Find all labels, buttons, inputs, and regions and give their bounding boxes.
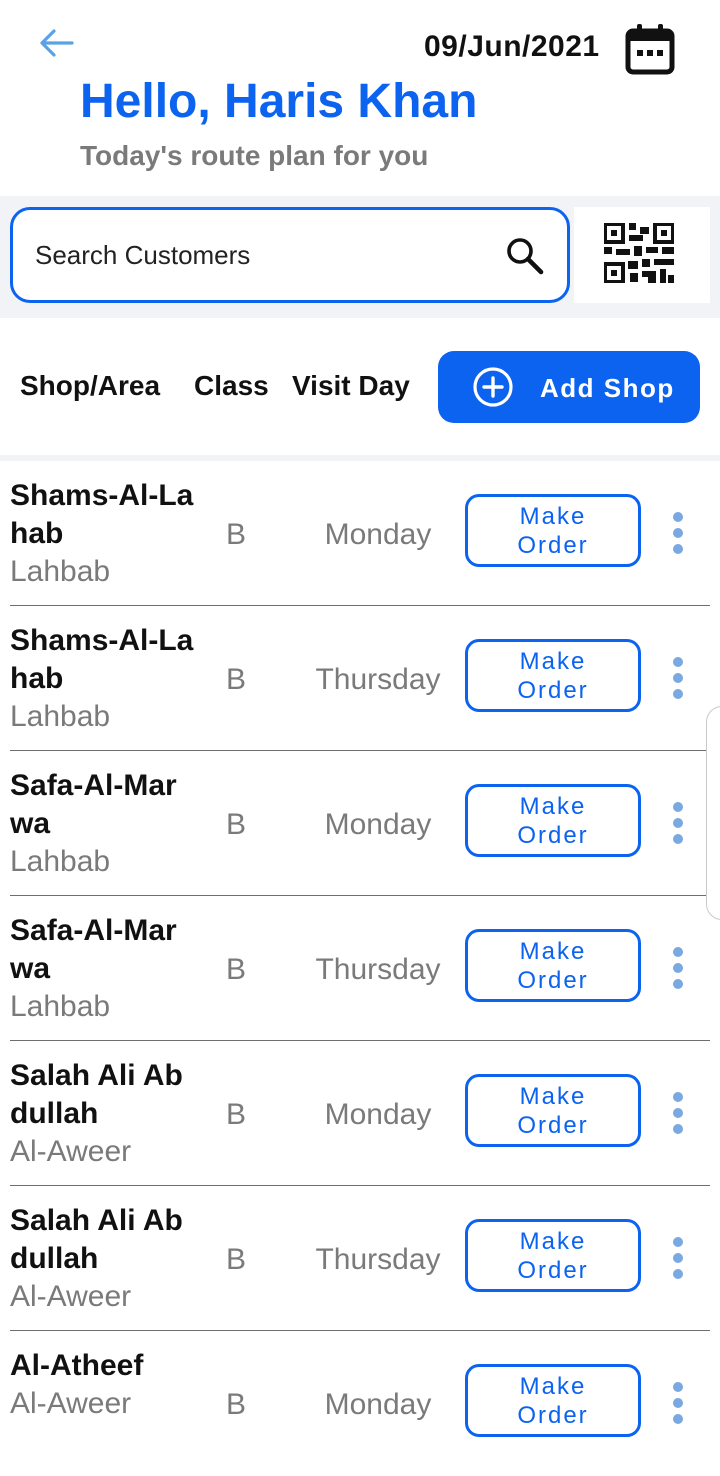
add-shop-label: Add Shop	[540, 373, 675, 403]
shop-area: Al-Aweer	[10, 1280, 132, 1313]
visit-day: Monday	[324, 808, 432, 841]
shop-area: Lahbab	[10, 990, 111, 1023]
shop-area: Al-Aweer	[10, 1387, 132, 1420]
search-box[interactable]	[10, 207, 570, 303]
shop-area: Lahbab	[10, 845, 111, 878]
visit-day: Thursday	[315, 1243, 441, 1276]
column-header-bar: Shop/Area Class Visit Day Add Shop	[0, 318, 720, 455]
make-order-label: Make Order	[517, 937, 589, 994]
more-vertical-icon[interactable]	[664, 944, 692, 992]
qr-code-icon[interactable]	[604, 223, 674, 283]
column-class: Class	[194, 370, 269, 401]
more-vertical-icon[interactable]	[664, 799, 692, 847]
shop-class: B	[226, 1243, 247, 1276]
selected-date: 09/Jun/2021	[424, 30, 600, 63]
shop-row[interactable]: Shams-Al-Lahab Lahbab B Thursday Make Order	[0, 606, 720, 751]
make-order-label: Make Order	[517, 647, 589, 704]
visit-day: Thursday	[315, 663, 441, 696]
shop-area: Lahbab	[10, 700, 111, 733]
calendar-icon[interactable]	[624, 22, 676, 76]
greeting-subtitle: Today's route plan for you	[80, 140, 429, 171]
make-order-button[interactable]: Make Order	[465, 639, 641, 712]
make-order-label: Make Order	[517, 1227, 589, 1284]
shop-class: B	[226, 808, 247, 841]
shop-name: Al-Atheef	[10, 1349, 144, 1382]
column-shop-area: Shop/Area	[20, 370, 161, 401]
shop-list: Shams-Al-Lahab Lahbab B Monday Make Order Sha…	[0, 461, 720, 1476]
shop-name: Salah Ali Abdullah	[10, 1204, 183, 1275]
shop-class: B	[226, 663, 247, 696]
make-order-label: Make Order	[517, 792, 589, 849]
more-vertical-icon[interactable]	[664, 1089, 692, 1137]
back-arrow-icon[interactable]	[34, 22, 78, 66]
search-bar-section	[0, 196, 720, 318]
column-visit-day: Visit Day	[292, 370, 410, 401]
greeting-title: Hello, Haris Khan	[80, 75, 478, 128]
make-order-button[interactable]: Make Order	[465, 1074, 641, 1147]
shop-class: B	[226, 518, 247, 551]
shop-row[interactable]: Safa-Al-Marwa Lahbab B Thursday Make Order	[0, 896, 720, 1041]
plus-circle-icon	[473, 367, 513, 407]
shop-area: Al-Aweer	[10, 1135, 132, 1168]
shop-name: Shams-Al-Lahab	[10, 624, 194, 695]
make-order-button[interactable]: Make Order	[465, 1364, 641, 1437]
shop-row[interactable]: Al-Atheef Al-Aweer B Monday Make Order	[0, 1331, 720, 1476]
make-order-label: Make Order	[517, 1082, 589, 1139]
shop-class: B	[226, 1098, 247, 1131]
visit-day: Monday	[324, 518, 432, 551]
search-icon[interactable]	[503, 234, 547, 278]
shop-row[interactable]: Shams-Al-Lahab Lahbab B Monday Make Order	[0, 461, 720, 606]
search-input[interactable]	[35, 236, 475, 274]
more-vertical-icon[interactable]	[664, 1379, 692, 1427]
shop-area: Lahbab	[10, 555, 111, 588]
shop-row[interactable]: Salah Ali Abdullah Al-Aweer B Monday Make Or…	[0, 1041, 720, 1186]
more-vertical-icon[interactable]	[664, 1234, 692, 1282]
visit-day: Thursday	[315, 953, 441, 986]
shop-class: B	[226, 1388, 247, 1421]
shop-row[interactable]: Salah Ali Abdullah Al-Aweer B Thursday Make …	[0, 1186, 720, 1331]
more-vertical-icon[interactable]	[664, 654, 692, 702]
shop-row[interactable]: Safa-Al-Marwa Lahbab B Monday Make Order	[0, 751, 720, 896]
visit-day: Monday	[324, 1098, 432, 1131]
edge-drawer-handle[interactable]	[706, 706, 720, 920]
qr-scan-panel	[574, 207, 710, 303]
make-order-button[interactable]: Make Order	[465, 784, 641, 857]
visit-day: Monday	[324, 1388, 432, 1421]
make-order-label: Make Order	[517, 1372, 589, 1429]
shop-name: Safa-Al-Marwa	[10, 914, 177, 985]
make-order-button[interactable]: Make Order	[465, 494, 641, 567]
shop-name: Safa-Al-Marwa	[10, 769, 177, 840]
make-order-label: Make Order	[517, 502, 589, 559]
add-shop-button[interactable]: Add Shop	[438, 351, 700, 423]
shop-class: B	[226, 953, 247, 986]
shop-name: Shams-Al-Lahab	[10, 479, 194, 550]
shop-name: Salah Ali Abdullah	[10, 1059, 183, 1130]
make-order-button[interactable]: Make Order	[465, 1219, 641, 1292]
make-order-button[interactable]: Make Order	[465, 929, 641, 1002]
app-header: 09/Jun/2021 Hello, Haris Khan Today's ro…	[0, 0, 720, 196]
more-vertical-icon[interactable]	[664, 509, 692, 557]
